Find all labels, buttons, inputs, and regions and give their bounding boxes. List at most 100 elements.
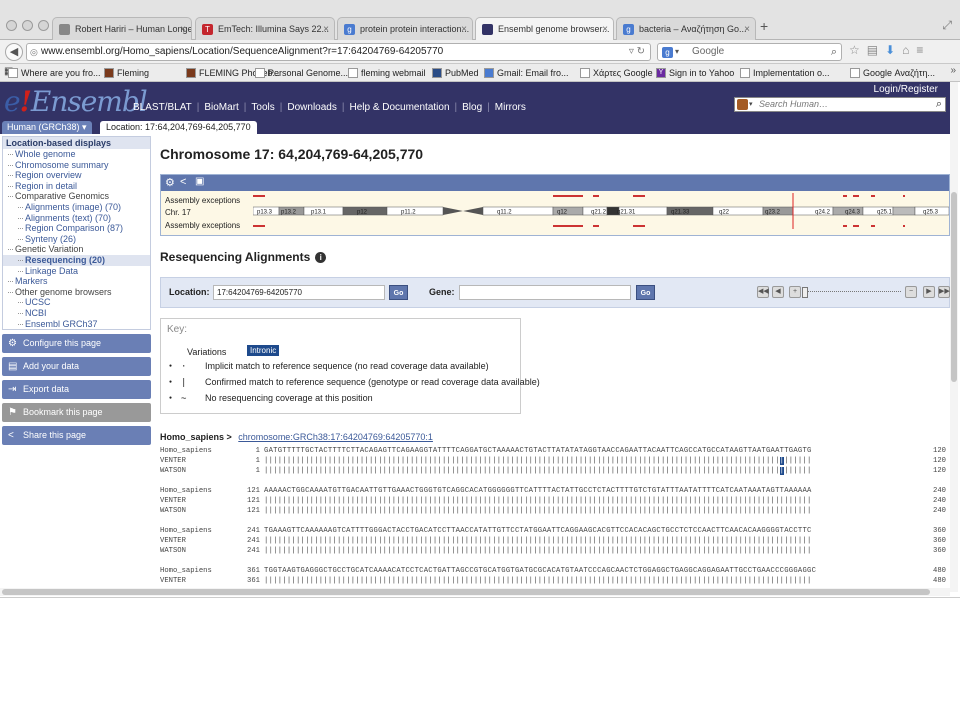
search-icon[interactable]: ⌕	[936, 98, 942, 111]
chevron-down-icon[interactable]: ▾	[675, 44, 679, 60]
sidebar-item-synteny[interactable]: Synteny (26)	[3, 234, 150, 245]
scroll-right-icon[interactable]: ▶	[923, 286, 935, 298]
assembly-exception[interactable]	[633, 195, 645, 197]
gene-input[interactable]	[459, 285, 631, 300]
assembly-exception[interactable]	[871, 225, 875, 227]
variant-highlight[interactable]: |	[779, 457, 785, 465]
sidebar-item-region-in-detail[interactable]: Region in detail	[3, 181, 150, 192]
bookmark-item[interactable]: Personal Genome...	[255, 66, 348, 80]
browser-tab[interactable]: g bacteria – Αναζήτηση Go... ×	[616, 17, 756, 40]
zoom-track[interactable]	[805, 291, 901, 294]
sidebar-item-region-overview[interactable]: Region overview	[3, 170, 150, 181]
zoom-out-icon[interactable]: −	[905, 286, 917, 298]
sidebar-item-region-comparison[interactable]: Region Comparison (87)	[3, 223, 150, 234]
sidebar-item-whole-genome[interactable]: Whole genome	[3, 149, 150, 160]
bookmark-item[interactable]: PubMed	[432, 66, 479, 80]
sidebar-item-ncbi[interactable]: NCBI	[3, 308, 150, 319]
nav-link-downloads[interactable]: Downloads	[282, 102, 341, 113]
scroll-far-left-icon[interactable]: ◀◀	[757, 286, 769, 298]
image-export-icon[interactable]: ▣	[195, 176, 204, 187]
clipboard-icon[interactable]: ▤	[867, 43, 885, 57]
nav-link-help-documentation[interactable]: Help & Documentation	[344, 102, 454, 113]
bookmark-item[interactable]: Y Sign in to Yahoo	[656, 66, 734, 80]
search-icon[interactable]: ⌕	[831, 44, 837, 60]
variant-highlight[interactable]: |	[779, 467, 785, 475]
scroll-left-icon[interactable]: ◀	[772, 286, 784, 298]
menu-icon[interactable]: ≡	[916, 43, 930, 57]
nav-link-blast-blat[interactable]: BLAST/BLAT	[128, 102, 197, 113]
chromosome-ideogram[interactable]: p13.3 p13.2 p13.1 p12 p11.2 q11.2 q12 q21.2 q21.…	[253, 191, 949, 237]
more-bookmarks-icon[interactable]: »	[950, 65, 956, 76]
sidebar-item-alignments-text[interactable]: Alignments (text) (70)	[3, 213, 150, 224]
add-your-data-button[interactable]: ▤ Add your data	[2, 357, 151, 377]
assembly-exception[interactable]	[903, 195, 905, 197]
reload-icon[interactable]: ▿ ↻	[629, 44, 645, 60]
chromosome-band[interactable]	[482, 206, 554, 216]
assembly-exception[interactable]	[853, 195, 859, 197]
bookmark-item[interactable]: Fleming	[104, 66, 149, 80]
login-register-link[interactable]: Login/Register	[874, 84, 938, 95]
browser-tab[interactable]: T EmTech: Illumina Says 22... ×	[195, 17, 335, 40]
export-data-button[interactable]: ⇥ Export data	[2, 380, 151, 400]
nav-link-tools[interactable]: Tools	[246, 102, 279, 113]
location-tab[interactable]: Location: 17:64,204,769-64,205,770	[100, 121, 257, 134]
assembly-exception[interactable]	[853, 225, 859, 227]
close-tab-icon[interactable]: ×	[744, 18, 750, 40]
sidebar-item-ucsc[interactable]: UCSC	[3, 297, 150, 308]
download-icon[interactable]: ⬇	[885, 43, 902, 57]
star-icon[interactable]: ☆	[849, 43, 867, 57]
sidebar-item-markers[interactable]: Markers	[3, 276, 150, 287]
ensembl-logo[interactable]: e!Ensembl	[4, 85, 148, 118]
close-window-icon[interactable]	[6, 20, 17, 31]
nav-link-blog[interactable]: Blog	[457, 102, 487, 113]
assembly-exception[interactable]	[871, 195, 875, 197]
share-this-page-button[interactable]: < Share this page	[2, 426, 151, 446]
zoom-in-icon[interactable]: +	[789, 286, 801, 298]
sidebar-item-chromosome-summary[interactable]: Chromosome summary	[3, 160, 150, 171]
assembly-exception[interactable]	[553, 225, 583, 227]
sidebar-item-alignments-image[interactable]: Alignments (image) (70)	[3, 202, 150, 213]
chromosome-link[interactable]: chromosome:GRCh38:17:64204769:64205770:1	[238, 432, 433, 442]
horizontal-scrollbar[interactable]	[0, 588, 950, 596]
assembly-exception[interactable]	[553, 195, 583, 197]
bookmark-item[interactable]: Google Αναζήτη...	[850, 66, 935, 80]
close-tab-icon[interactable]: ×	[180, 18, 186, 40]
nav-link-mirrors[interactable]: Mirrors	[490, 102, 531, 113]
url-bar[interactable]: ◎ www.ensembl.org/Homo_sapiens/Location/…	[26, 43, 651, 61]
assembly-exception[interactable]	[253, 225, 265, 227]
close-tab-icon[interactable]: ×	[323, 18, 329, 40]
chevron-down-icon[interactable]: ▾	[749, 98, 753, 111]
browser-tab[interactable]: Robert Hariri – Human Longev... ×	[52, 17, 192, 40]
sidebar-item-ensembl-grch37[interactable]: Ensembl GRCh37	[3, 319, 150, 330]
location-go-button[interactable]: Go	[389, 285, 408, 300]
assembly-exception[interactable]	[843, 225, 847, 227]
assembly-exception[interactable]	[843, 195, 847, 197]
browser-tab[interactable]: g protein protein interaction... ×	[337, 17, 473, 40]
scroll-thumb[interactable]	[951, 192, 957, 382]
bookmark-item[interactable]: Implementation o...	[740, 66, 830, 80]
new-tab-icon[interactable]: +	[760, 18, 768, 34]
location-input[interactable]: 17:64204769-64205770	[213, 285, 385, 300]
chromosome-band[interactable]	[892, 206, 916, 216]
home-icon[interactable]: ⌂	[902, 43, 916, 57]
zoom-window-icon[interactable]	[38, 20, 49, 31]
bookmark-item[interactable]: fleming webmail	[348, 66, 426, 80]
nav-link-biomart[interactable]: BioMart	[199, 102, 243, 113]
gear-icon[interactable]: ⚙	[165, 176, 175, 189]
bookmark-this-page-button[interactable]: ⚑ Bookmark this page	[2, 403, 151, 423]
assembly-exception[interactable]	[253, 195, 265, 197]
info-icon[interactable]: i	[315, 252, 327, 263]
bookmark-item[interactable]: Where are you fro...	[8, 66, 101, 80]
assembly-exception[interactable]	[903, 225, 905, 227]
browser-tab[interactable]: Ensembl genome browser... ×	[475, 17, 614, 40]
close-tab-icon[interactable]: ×	[602, 18, 608, 40]
back-button[interactable]: ◀	[5, 43, 23, 61]
vertical-scrollbar[interactable]	[950, 82, 958, 592]
sidebar-item-resequencing[interactable]: Resequencing (20)	[3, 254, 150, 266]
configure-this-page-button[interactable]: ⚙ Configure this page	[2, 334, 151, 354]
browser-search-input[interactable]: g ▾ Google ⌕	[657, 43, 842, 61]
species-tab[interactable]: Human (GRCh38) ▾	[2, 121, 92, 134]
bookmark-item[interactable]: Χάρτες Google	[580, 66, 653, 80]
close-tab-icon[interactable]: ×	[461, 18, 467, 40]
share-icon[interactable]: <	[180, 176, 186, 188]
